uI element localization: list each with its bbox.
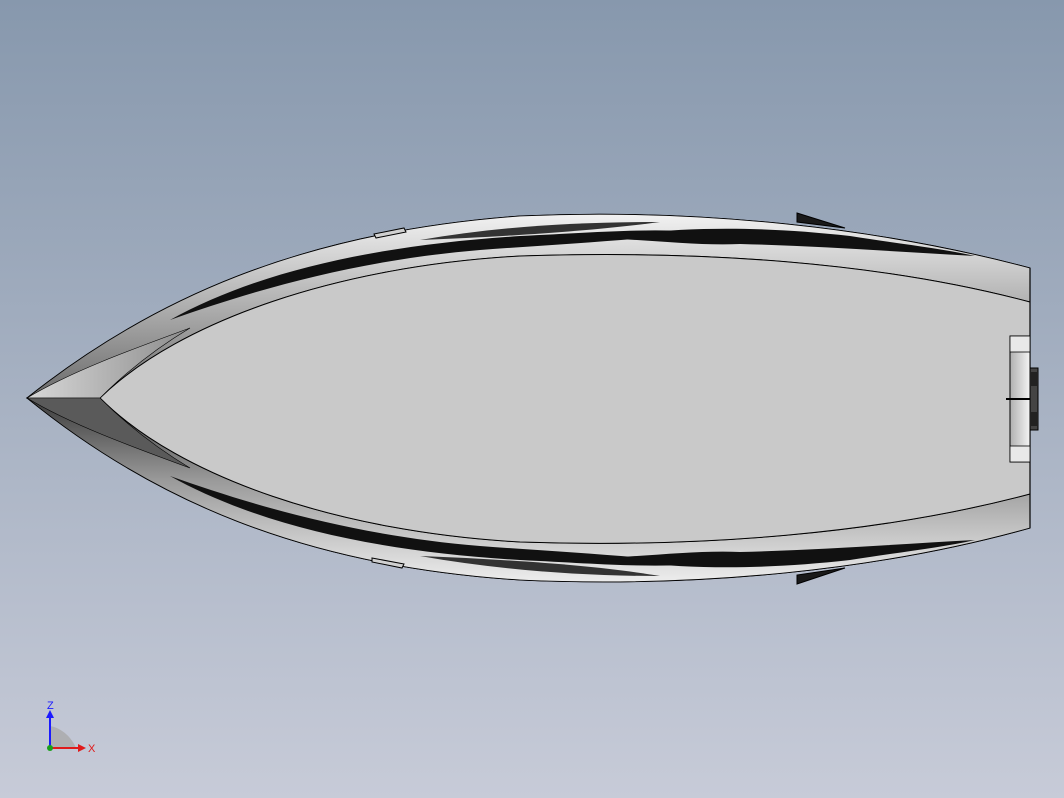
motor-mount-cap-top	[1009, 335, 1031, 353]
coordinate-triad: Z X	[40, 698, 100, 758]
graphics-viewport[interactable]: Z X	[0, 0, 1064, 798]
model-scene[interactable]	[0, 0, 1064, 798]
triad-origin	[47, 745, 53, 751]
propeller-blade-bottom	[1031, 412, 1037, 426]
triad-x-arrow	[78, 744, 86, 752]
triad-x-label: X	[88, 743, 96, 755]
triad-graphic: Z X	[46, 700, 96, 755]
propeller-blade-top	[1031, 372, 1037, 386]
triad-z-label: Z	[47, 700, 54, 712]
triad-y-plane	[50, 726, 76, 748]
motor-mount-cap-bottom	[1009, 445, 1031, 463]
